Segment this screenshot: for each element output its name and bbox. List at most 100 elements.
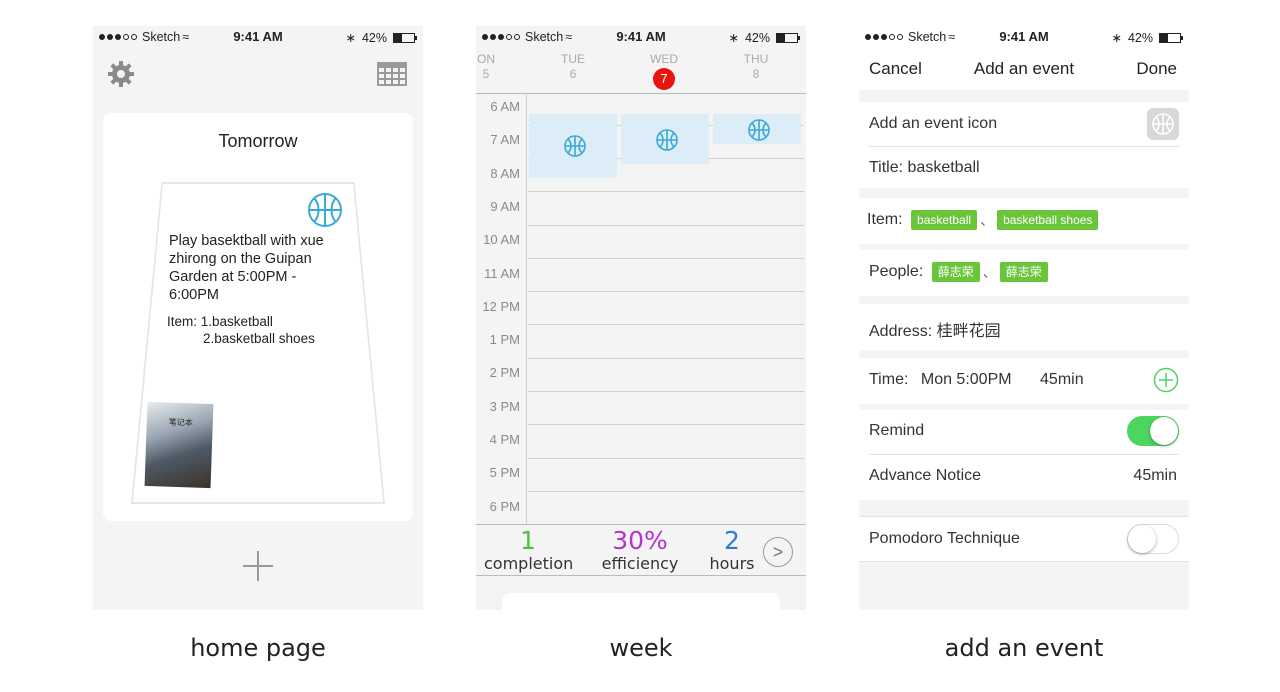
week-day-header: ON 5 TUE 6 WED 7 THU 8 <box>476 52 806 92</box>
event-icon-picker[interactable] <box>1147 108 1179 140</box>
calendar-event[interactable] <box>529 114 617 178</box>
day-mon[interactable]: ON 5 <box>476 52 511 82</box>
add-icon[interactable] <box>241 549 275 583</box>
basketball-icon <box>748 119 770 141</box>
title-field[interactable]: Title: basketball <box>869 159 980 177</box>
day-tue[interactable]: TUE 6 <box>548 52 598 82</box>
bluetooth-icon: ∗ <box>1111 31 1122 45</box>
time-label: Time: <box>869 371 909 388</box>
week-grid[interactable]: 6 AM 7 AM 8 AM 9 AM 10 AM 11 AM 12 PM 1 PM 2 PM 3… <box>476 94 806 526</box>
day-name: ON <box>477 52 495 66</box>
item-tag[interactable]: basketball <box>911 210 978 230</box>
section-gap <box>859 296 1189 304</box>
remind-toggle[interactable] <box>1127 416 1179 446</box>
gear-icon[interactable] <box>107 60 135 88</box>
stat-label: completion <box>484 554 574 573</box>
hour-line <box>528 324 804 326</box>
day-heading: Tomorrow <box>218 131 298 151</box>
hour-label: 2 PM <box>489 365 520 381</box>
hour-label: 10 AM <box>483 232 520 248</box>
battery-percent: 42% <box>1127 30 1153 45</box>
battery-icon <box>393 32 417 43</box>
pomodoro-section: Pomodoro Technique <box>859 516 1189 562</box>
hour-label: 3 PM <box>489 398 520 414</box>
pomodoro-toggle[interactable] <box>1127 524 1179 554</box>
stat-value: 30% <box>612 526 668 555</box>
hour-label: 6 PM <box>489 498 520 514</box>
notebook-photo[interactable]: 笔记本 <box>144 401 214 489</box>
people-section: People: 薛志荣、薛志荣 <box>859 250 1189 296</box>
event-description: Play basektball with xue zhirong on the … <box>169 233 324 303</box>
basketball-icon <box>656 129 678 151</box>
stats-bar: 1 completion 30% efficiency 2 hours > <box>476 524 806 576</box>
stat-efficiency: 30% efficiency <box>596 527 684 573</box>
item-tag[interactable]: basketball shoes <box>997 210 1099 230</box>
status-bar: Sketch ≈ 9:41 AM ∗ 42% <box>93 26 423 48</box>
advance-notice-value[interactable]: 45min <box>1133 467 1177 485</box>
hour-line <box>528 457 804 459</box>
calendar-event[interactable] <box>621 114 709 164</box>
stat-hours: 2 hours <box>696 527 768 573</box>
time-row[interactable]: Time: Mon 5:00PM 45min <box>869 371 1084 389</box>
items-label: Item: <box>167 314 198 329</box>
stat-label: efficiency <box>601 554 679 573</box>
bottom-card <box>502 593 780 610</box>
bluetooth-icon: ∗ <box>345 31 356 45</box>
remind-label: Remind <box>869 422 925 439</box>
week-screen: Sketch ≈ 9:41 AM ∗ 42% ON 5 TUE 6 WED 7 … <box>476 26 806 610</box>
time-duration: 45min <box>1040 371 1084 388</box>
status-bar: Sketch ≈ 9:41 AM ∗ 42% <box>476 26 806 48</box>
hour-line <box>528 291 804 293</box>
stat-completion: 1 completion <box>484 526 574 573</box>
hour-label: 12 PM <box>482 298 520 314</box>
address-field[interactable]: Address: 桂畔花园 <box>869 317 1001 341</box>
day-name: TUE <box>561 52 585 66</box>
day-thu[interactable]: THU 8 <box>731 52 781 82</box>
people-row[interactable]: People: 薛志荣、薛志荣 <box>869 262 1048 282</box>
section-gap <box>859 90 1189 102</box>
pomodoro-label: Pomodoro Technique <box>869 530 1020 547</box>
item-2: 2.basketball shoes <box>203 331 315 346</box>
row-divider <box>869 146 1179 147</box>
calendar-event[interactable] <box>713 114 801 144</box>
item-row[interactable]: Item: basketball、 basketball shoes <box>867 210 1099 230</box>
day-number: 6 <box>569 67 577 81</box>
day-number: 5 <box>482 67 490 81</box>
nav-bar: Add an event Cancel Done <box>859 56 1189 86</box>
home-screen: Sketch ≈ 9:41 AM ∗ 42% Tomorrow Play bas… <box>93 26 423 610</box>
day-name: WED <box>650 52 678 66</box>
add-time-icon[interactable] <box>1153 367 1179 393</box>
item-1: 1.basketball <box>200 314 273 329</box>
next-arrow-button[interactable]: > <box>763 537 793 567</box>
advance-notice-label: Advance Notice <box>869 467 982 484</box>
section-gap <box>859 500 1189 516</box>
stat-label: hours <box>709 554 755 573</box>
item-label: Item: <box>867 211 903 229</box>
time-value: Mon 5:00PM <box>920 371 1012 388</box>
battery-icon <box>776 32 800 43</box>
hour-line <box>528 191 804 193</box>
time-section: Time: Mon 5:00PM 45min <box>859 358 1189 404</box>
week-caption: week <box>609 634 673 662</box>
stat-value: 1 <box>520 526 536 555</box>
section-gap <box>859 188 1189 198</box>
hour-label: 4 PM <box>489 432 520 447</box>
hour-line <box>528 391 804 393</box>
separator: 、 <box>980 212 995 228</box>
basketball-icon <box>1152 113 1174 135</box>
hour-line <box>528 257 804 259</box>
stat-value: 2 <box>724 526 740 555</box>
calendar-grid-icon[interactable] <box>377 62 407 86</box>
day-wed[interactable]: WED 7 <box>639 52 689 90</box>
cancel-button[interactable]: Cancel <box>869 59 922 79</box>
bluetooth-icon: ∗ <box>728 31 739 45</box>
people-label: People: <box>869 263 924 281</box>
hour-label: 1 PM <box>489 332 520 348</box>
today-badge: 7 <box>653 68 675 90</box>
person-tag[interactable]: 薛志荣 <box>931 262 980 282</box>
row-divider <box>869 454 1179 455</box>
done-button[interactable]: Done <box>1136 59 1177 79</box>
battery-percent: 42% <box>361 30 387 45</box>
hour-label: 5 PM <box>489 465 520 481</box>
person-tag[interactable]: 薛志荣 <box>999 262 1048 282</box>
